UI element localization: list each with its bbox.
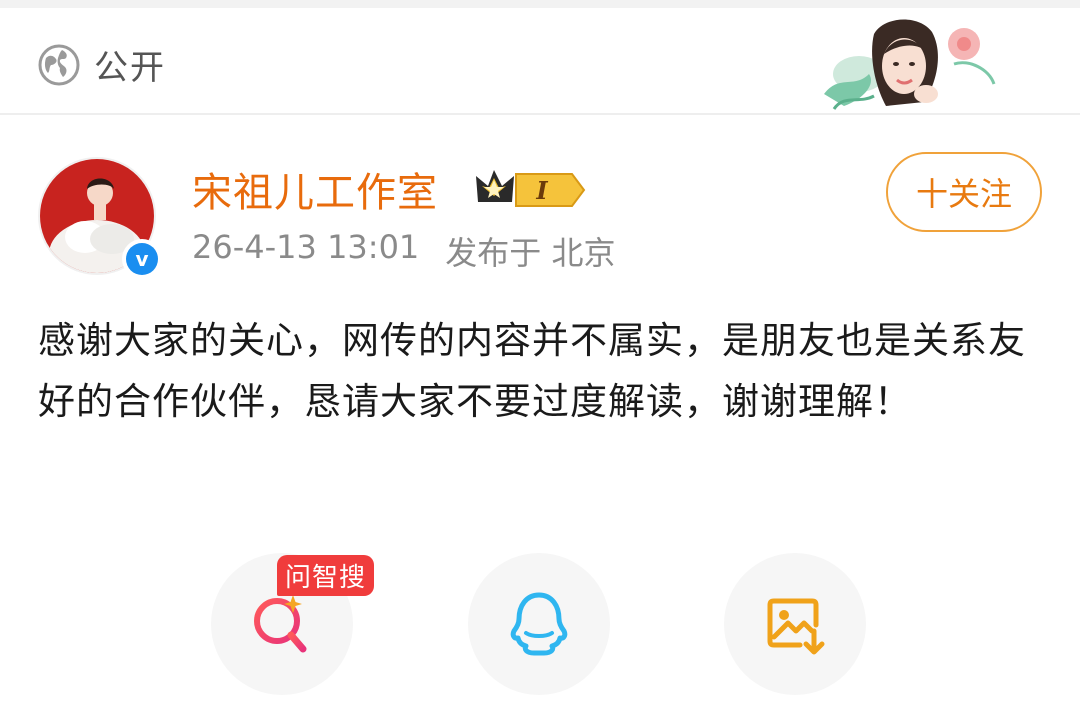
follow-button[interactable]: 十关注 bbox=[886, 152, 1042, 232]
visibility-label: 公开 bbox=[94, 48, 166, 88]
author-name[interactable]: 宋祖儿工作室 bbox=[192, 160, 438, 218]
post-header: 公开 bbox=[0, 8, 1080, 115]
top-strip bbox=[0, 0, 1080, 8]
member-level-label: I bbox=[535, 176, 548, 205]
search-ai-icon bbox=[254, 595, 307, 653]
qq-share-button[interactable] bbox=[468, 553, 610, 695]
save-image-icon bbox=[767, 598, 825, 655]
verified-badge: v bbox=[122, 239, 162, 279]
author-avatar[interactable]: v bbox=[38, 157, 162, 279]
post-location: 发布于 北京 bbox=[445, 234, 616, 272]
post-content: 感谢大家的关心，网传的内容并不属实，是朋友也是关系友好的合作伙伴，恳请大家不要过… bbox=[38, 319, 1026, 423]
save-image-button[interactable] bbox=[724, 553, 866, 695]
member-crown-badge[interactable]: I bbox=[472, 166, 588, 214]
follow-label: 十关注 bbox=[915, 175, 1012, 213]
search-ai-tag: 问智搜 bbox=[277, 555, 375, 596]
globe-icon bbox=[38, 44, 80, 85]
verified-v-icon: v bbox=[126, 243, 158, 275]
post-meta: 26-4-13 13:01 发布于 北京 bbox=[192, 228, 615, 274]
qq-icon bbox=[510, 592, 568, 656]
post-timestamp: 26-4-13 13:01 bbox=[192, 228, 420, 266]
decoration-portrait-image bbox=[824, 19, 996, 110]
visibility-indicator[interactable]: 公开 bbox=[38, 40, 166, 89]
